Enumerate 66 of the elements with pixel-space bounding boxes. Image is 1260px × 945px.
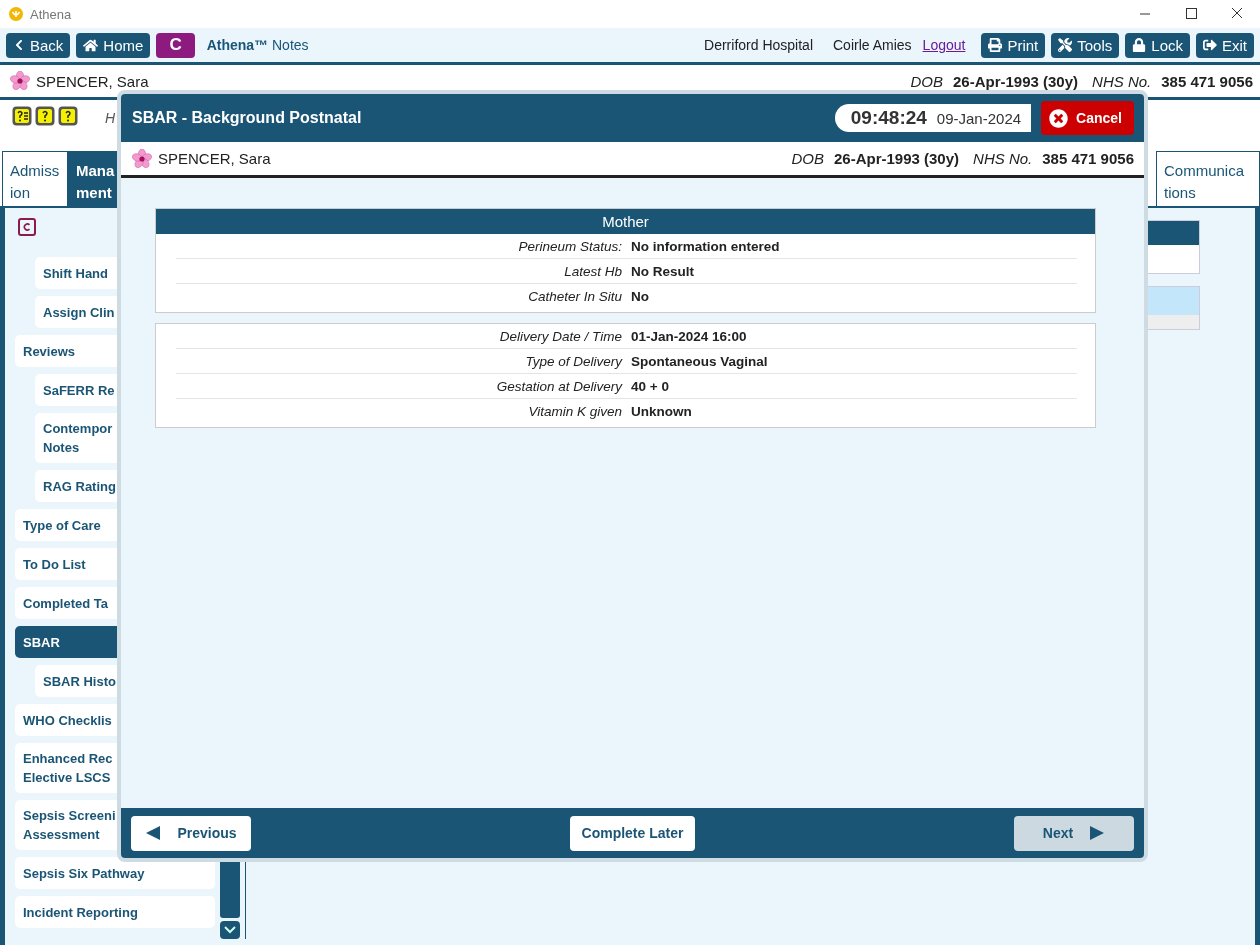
field-label: Vitamin K given <box>527 403 622 419</box>
tools-button[interactable]: Tools <box>1051 32 1120 58</box>
dob-label: DOB <box>791 150 824 167</box>
logout-link[interactable]: Logout <box>922 37 966 53</box>
cancel-button[interactable]: Cancel <box>1041 101 1134 135</box>
sidebar-item[interactable]: Incident Reporting <box>15 896 215 928</box>
right-triangle-icon <box>1089 825 1106 841</box>
arc-icon <box>18 218 36 236</box>
exit-icon <box>1203 38 1217 52</box>
hint-text: H <box>105 110 116 126</box>
dialog-title: SBAR - Background Postnatal <box>132 109 362 127</box>
print-icon <box>988 38 1003 52</box>
previous-button[interactable]: Previous <box>131 815 251 851</box>
field-label: Delivery Date / Time <box>498 328 622 344</box>
complete-later-button[interactable]: Complete Later <box>569 815 696 851</box>
back-button[interactable]: Back <box>6 32 71 58</box>
left-triangle-icon <box>145 825 162 841</box>
dob-value: 26-Apr-1993 (30y) <box>953 72 1079 90</box>
patient-name: SPENCER, Sara <box>36 72 149 90</box>
nhs-number: 385 471 9056 <box>1042 150 1134 167</box>
app-switch-button[interactable]: C <box>156 32 195 58</box>
scroll-down-button[interactable] <box>220 921 240 939</box>
exit-button[interactable]: Exit <box>1196 32 1254 58</box>
field-label: Perineum Status: <box>517 238 622 254</box>
field-label: Gestation at Delivery <box>495 378 622 394</box>
help-icon[interactable] <box>58 106 78 126</box>
field-value: No information entered <box>631 238 780 254</box>
app-logo-icon <box>8 6 24 22</box>
field-value: Spontaneous Vaginal <box>631 353 768 369</box>
clock-date: 09-Jan-2024 <box>936 109 1022 127</box>
field-label: Catheter In Situ <box>527 288 622 304</box>
tools-icon <box>1058 38 1073 52</box>
field-label: Latest Hb <box>563 263 622 279</box>
window-title: Athena <box>30 6 72 22</box>
chevron-down-icon <box>224 926 236 934</box>
lock-button[interactable]: Lock <box>1125 32 1190 58</box>
nhs-label: NHS No. <box>973 150 1033 167</box>
help-icon[interactable] <box>35 106 55 126</box>
close-icon <box>1049 108 1069 128</box>
tab[interactable]: Communica tions <box>1156 151 1260 206</box>
help-icon[interactable] <box>12 106 32 126</box>
hospital-name: Derriford Hospital <box>704 37 813 53</box>
app-name: Athena™ Notes <box>206 37 309 53</box>
home-icon <box>83 37 99 53</box>
flower-icon <box>10 71 30 91</box>
user-name: Coirle Amies <box>833 37 912 53</box>
field-value: No <box>631 288 649 304</box>
sidebar-item[interactable]: Sepsis Six Pathway <box>15 857 215 889</box>
dob-label: DOB <box>910 72 943 90</box>
nhs-number: 385 471 9056 <box>1161 72 1253 90</box>
field-label: Type of Delivery <box>524 353 622 369</box>
print-button[interactable]: Print <box>981 32 1046 58</box>
tab[interactable]: Admiss ion <box>2 151 68 206</box>
nhs-label: NHS No. <box>1092 72 1152 90</box>
flower-icon <box>132 148 152 169</box>
dob-value: 26-Apr-1993 (30y) <box>834 150 960 167</box>
lock-icon <box>1132 38 1147 52</box>
field-value: 40 + 0 <box>631 378 669 394</box>
clock-time: 09:48:24 <box>850 107 927 129</box>
patient-name: SPENCER, Sara <box>158 150 271 167</box>
home-button[interactable]: Home <box>76 32 151 58</box>
field-value: No Result <box>631 263 694 279</box>
field-value: 01-Jan-2024 16:00 <box>631 328 747 344</box>
section-header: Mother <box>156 209 1095 234</box>
field-value: Unknown <box>631 403 692 419</box>
chevron-left-icon <box>13 39 25 51</box>
